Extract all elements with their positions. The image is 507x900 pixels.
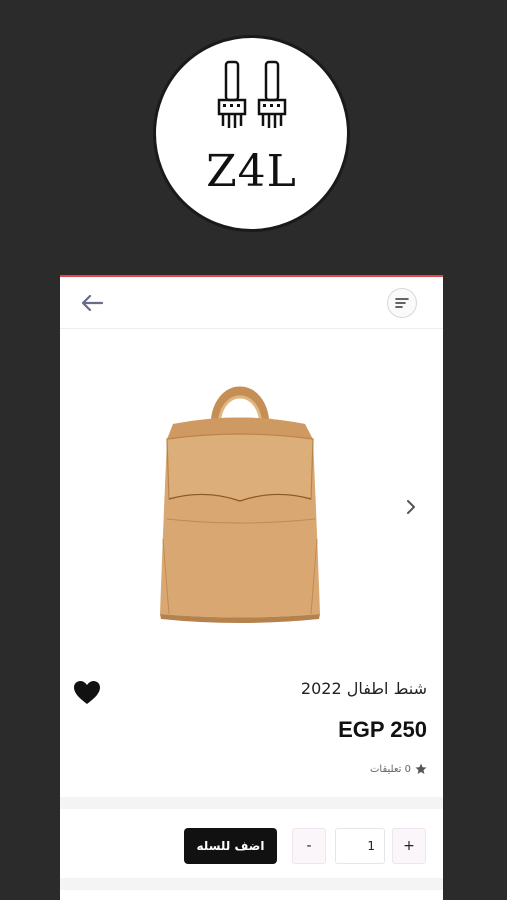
quantity-input[interactable]: 1 [335, 828, 385, 864]
section-divider [60, 878, 443, 890]
product-screen: شنط اطفال 2022 EGP 250 0 تعليقات اضف للس… [60, 275, 443, 900]
add-to-cart-button[interactable]: اضف للسله [184, 828, 277, 864]
product-title: شنط اطفال 2022 [300, 679, 427, 698]
rating-row: 0 تعليقات [370, 763, 427, 775]
quantity-increase-button[interactable]: + [392, 828, 426, 864]
brand-logo: Z4L [153, 35, 350, 232]
arrow-left-icon[interactable] [80, 293, 104, 313]
menu-lines-icon [395, 298, 409, 308]
reviews-count: 0 تعليقات [369, 763, 411, 775]
product-price: EGP 250 [338, 717, 427, 742]
star-icon [415, 763, 427, 774]
chevron-right-icon[interactable] [404, 499, 418, 515]
section-divider [60, 797, 443, 809]
brand-logo-mark-icon [217, 60, 287, 128]
cart-bar: اضف للسله - 1 + [60, 810, 443, 878]
brand-logo-text: Z4L [206, 146, 297, 197]
top-bar [60, 277, 443, 329]
backpack-image [160, 386, 320, 623]
menu-button[interactable] [387, 288, 417, 318]
quantity-decrease-button[interactable]: - [292, 828, 326, 864]
heart-icon[interactable] [73, 680, 101, 706]
